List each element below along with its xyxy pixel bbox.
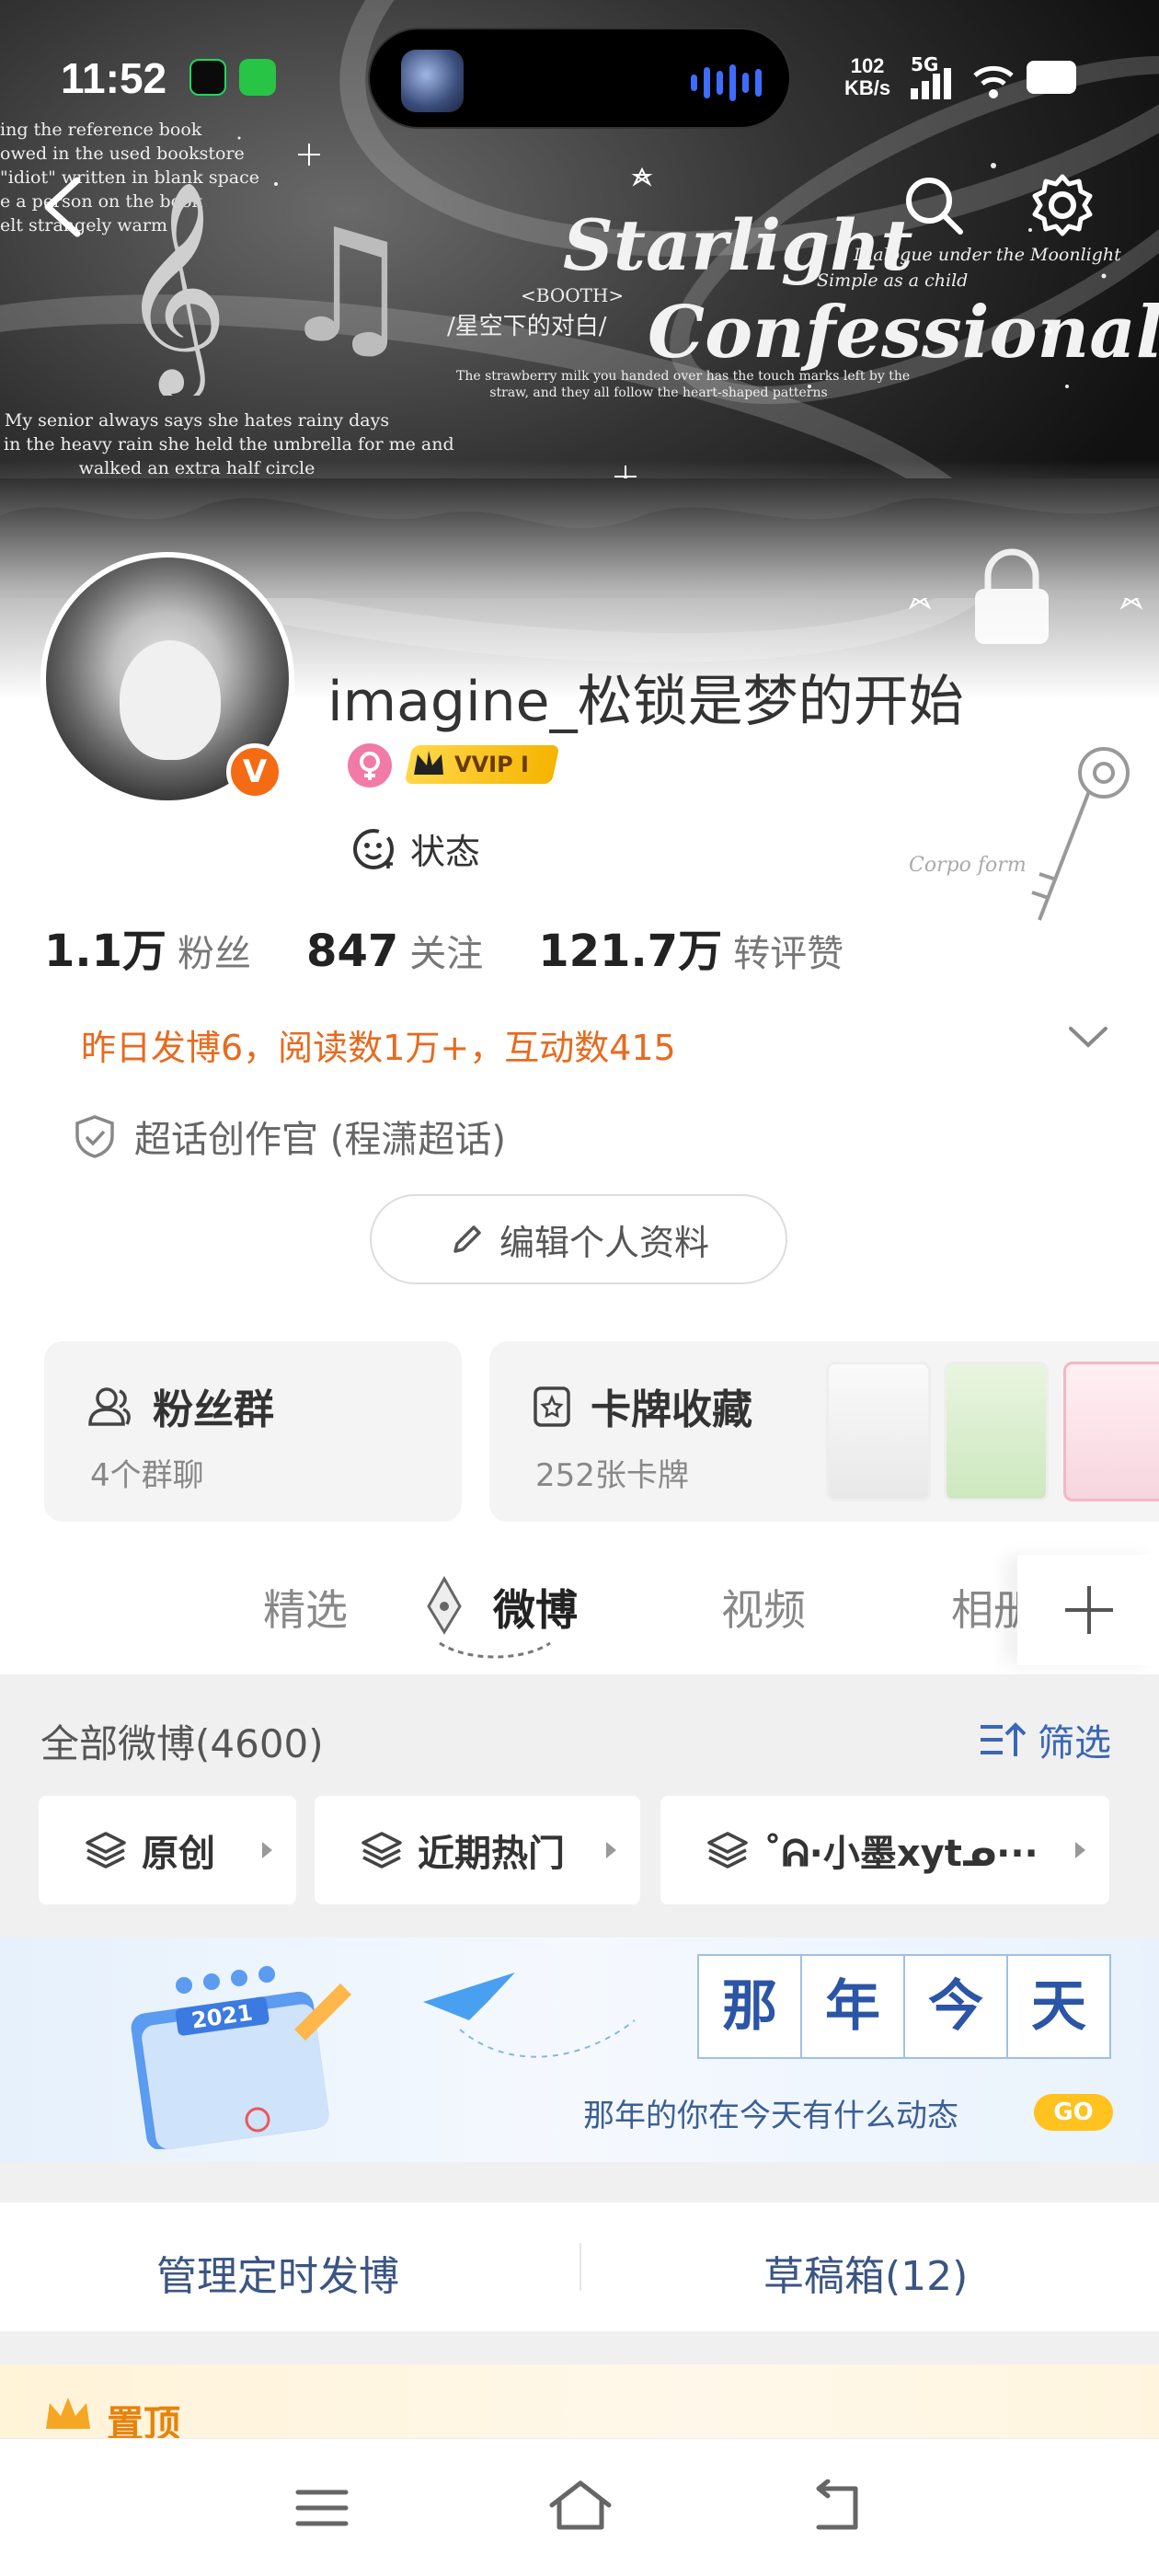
now-playing-artwork bbox=[401, 50, 464, 112]
filter-sort-icon bbox=[981, 1722, 1027, 1756]
activity-summary[interactable]: 昨日发博6，阅读数1万+，互动数415 bbox=[81, 1019, 676, 1070]
audio-wave-icon bbox=[691, 64, 762, 101]
wifi-icon bbox=[973, 65, 1014, 98]
card-thumbnail[interactable] bbox=[1063, 1362, 1159, 1501]
fans-group-card[interactable]: 粉丝群 4个群聊 bbox=[44, 1341, 462, 1522]
status-label: 状态 bbox=[410, 832, 481, 872]
promo-caption: 那年的你在今天有什么动态 bbox=[583, 2098, 958, 2134]
signature-text: Corpo form bbox=[909, 854, 1027, 877]
scheduled-posts-button[interactable]: 管理定时发博 bbox=[156, 2243, 399, 2302]
female-gender-icon bbox=[348, 743, 392, 788]
interactions-label[interactable]: 转评赞 bbox=[733, 924, 843, 977]
promo-char-4: 天 bbox=[1006, 1954, 1111, 2059]
all-weibo-count: 全部微博(4600) bbox=[40, 1721, 324, 1766]
go-button[interactable]: GO bbox=[1034, 2094, 1113, 2131]
avatar-face bbox=[120, 640, 221, 760]
group-icon bbox=[88, 1387, 131, 1426]
wechat-icon bbox=[239, 59, 276, 96]
filter-button[interactable]: 筛选 bbox=[979, 1713, 1111, 1766]
chip-original[interactable]: 原创 bbox=[39, 1796, 296, 1904]
shield-check-icon bbox=[75, 1115, 114, 1158]
plus-icon bbox=[1065, 1586, 1113, 1634]
net-speed: 102 KB/s bbox=[844, 54, 891, 99]
tab-featured[interactable]: 精选 bbox=[263, 1577, 348, 1638]
super-topic-label: 超话创作官 (程潇超话) bbox=[134, 1119, 506, 1161]
back-icon[interactable] bbox=[37, 175, 88, 239]
card-collection-count: 252张卡牌 bbox=[535, 1457, 689, 1494]
layers-icon bbox=[361, 1832, 402, 1869]
pencil-icon bbox=[453, 1225, 481, 1253]
music-app-icon bbox=[189, 59, 226, 96]
paper-plane-icon bbox=[423, 1972, 636, 2058]
crown-icon bbox=[414, 751, 443, 775]
dynamic-island[interactable] bbox=[368, 28, 791, 129]
tab-video[interactable]: 视频 bbox=[721, 1577, 806, 1638]
card-collection[interactable]: 卡牌收藏 252张卡牌 bbox=[489, 1341, 1159, 1522]
card-thumbnail[interactable] bbox=[826, 1362, 931, 1501]
padlock-decoration bbox=[975, 548, 1049, 644]
super-topic-creator[interactable]: 超话创作官 (程潇超话) bbox=[74, 1110, 506, 1163]
key-decoration bbox=[1031, 747, 1130, 921]
chip-recent-hot[interactable]: 近期热门 bbox=[315, 1796, 640, 1904]
manage-bar: 管理定时发博 草稿箱(12) bbox=[0, 2202, 1159, 2331]
system-nav-bar bbox=[0, 2438, 1159, 2576]
fans-group-count: 4个群聊 bbox=[90, 1457, 204, 1494]
back-nav-icon[interactable] bbox=[809, 2479, 865, 2535]
promo-char-3: 今 bbox=[903, 1954, 1008, 2059]
tab-weibo[interactable]: 微博 bbox=[493, 1577, 578, 1638]
following-count[interactable]: 847 bbox=[306, 926, 398, 977]
crown-pinned-icon bbox=[46, 2398, 90, 2429]
search-icon[interactable] bbox=[901, 173, 966, 237]
interactions-count[interactable]: 121.7万 bbox=[538, 914, 722, 979]
status-smile-icon bbox=[353, 828, 394, 869]
settings-gear-icon[interactable] bbox=[1028, 171, 1096, 239]
status-bar: 11:52 102 KB/s 5G bbox=[0, 0, 1159, 138]
chip-custom-group[interactable]: ˚ᕱ·小墨xytᓄ··· bbox=[660, 1796, 1109, 1904]
card-collection-icon bbox=[534, 1386, 570, 1427]
verified-badge: V bbox=[226, 743, 283, 800]
layers-icon bbox=[86, 1832, 126, 1869]
tab-active-indicator bbox=[439, 1641, 551, 1659]
fans-count[interactable]: 1.1万 bbox=[44, 914, 166, 979]
promo-char-2: 年 bbox=[800, 1954, 905, 2059]
profile-stats: 1.1万 粉丝 847 关注 121.7万 转评赞 bbox=[44, 914, 899, 979]
status-time: 11:52 bbox=[61, 54, 167, 102]
battery-icon bbox=[1027, 61, 1076, 94]
calendar-illustration-icon bbox=[131, 1966, 351, 2149]
content-tabs: 精选 微博 视频 相册 bbox=[0, 1555, 1159, 1674]
fans-label[interactable]: 粉丝 bbox=[178, 924, 251, 977]
drafts-button[interactable]: 草稿箱(12) bbox=[763, 2243, 968, 2302]
status-button[interactable]: 状态 bbox=[351, 823, 480, 874]
menu-icon[interactable] bbox=[294, 2485, 350, 2531]
following-label[interactable]: 关注 bbox=[409, 924, 483, 977]
edit-profile-button[interactable]: 编辑个人资料 bbox=[370, 1194, 787, 1284]
home-icon[interactable] bbox=[546, 2476, 614, 2535]
signal-icon bbox=[911, 68, 951, 99]
chevron-down-icon[interactable] bbox=[1067, 1023, 1109, 1051]
add-tab-button[interactable] bbox=[1017, 1555, 1159, 1665]
divider bbox=[580, 2243, 581, 2291]
layers-icon bbox=[707, 1832, 748, 1869]
promo-char-1: 那 bbox=[697, 1954, 802, 2059]
card-thumbnail[interactable] bbox=[944, 1362, 1049, 1501]
card-collection-title: 卡牌收藏 bbox=[591, 1386, 752, 1433]
username: imagine_松锁是梦的开始 bbox=[327, 670, 964, 734]
fans-group-title: 粉丝群 bbox=[153, 1386, 274, 1433]
